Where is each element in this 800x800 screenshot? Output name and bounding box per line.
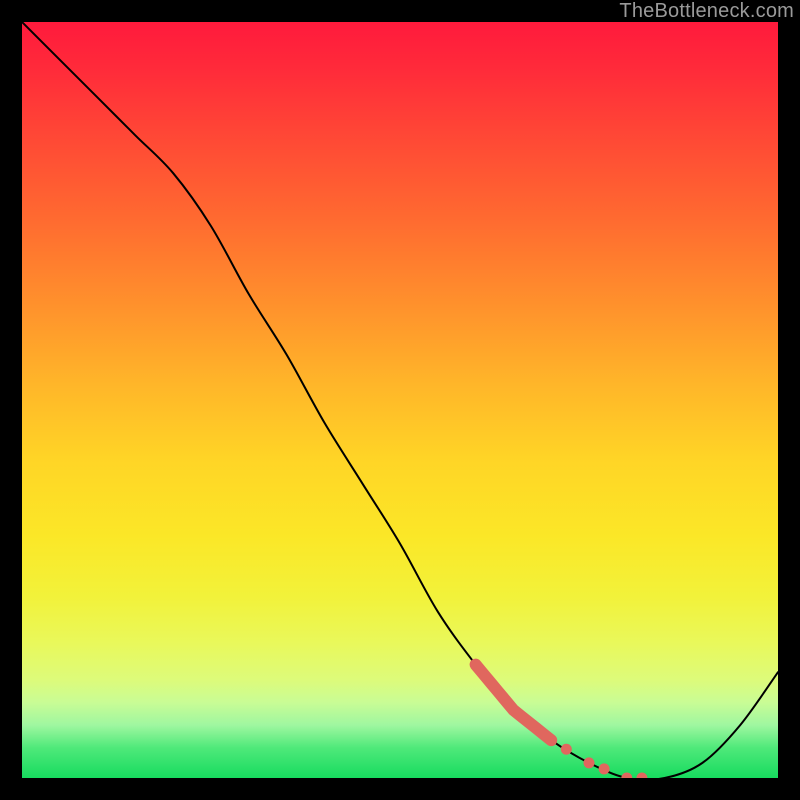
- highlight-dot: [636, 773, 647, 779]
- highlight-dot: [561, 744, 572, 755]
- plot-area: [22, 22, 778, 778]
- highlight-dot: [599, 763, 610, 774]
- highlight-dot: [621, 773, 632, 779]
- watermark-label: TheBottleneck.com: [619, 0, 794, 23]
- highlight-dot: [584, 757, 595, 768]
- bottleneck-curve: [22, 22, 778, 778]
- highlight-segment: [476, 665, 552, 741]
- outer-frame: TheBottleneck.com: [0, 0, 800, 800]
- highlight-dots: [561, 744, 648, 778]
- chart-svg: [22, 22, 778, 778]
